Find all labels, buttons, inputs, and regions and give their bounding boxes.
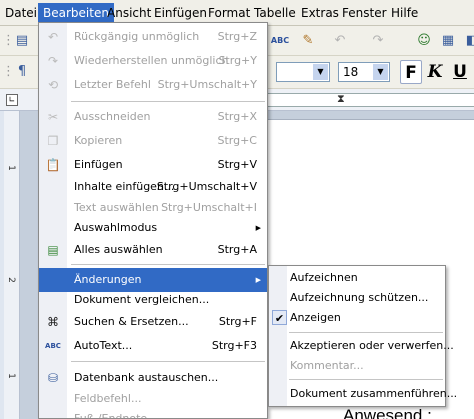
- changes-submenu: Aufzeichnen Aufzeichnung schützen... ✔ A…: [268, 265, 457, 407]
- menu-fenster[interactable]: Fenster: [337, 3, 392, 23]
- underline-button[interactable]: U: [450, 60, 470, 84]
- show-draw-icon[interactable]: ◧: [462, 31, 474, 51]
- undo-toolbar-icon[interactable]: ↶: [330, 31, 350, 51]
- tab-stop-selector[interactable]: ∟: [6, 94, 18, 106]
- bold-button[interactable]: F: [400, 60, 422, 84]
- menu-datei[interactable]: Datei: [0, 3, 42, 23]
- menu-item-selection-mode[interactable]: Auswahlmodus ▶: [39, 216, 267, 240]
- autotext-icon: ABC: [45, 342, 61, 350]
- scissors-icon: ✂: [47, 110, 59, 124]
- submenu-item-show[interactable]: ✔ Anzeigen: [269, 308, 445, 328]
- ruler-mark: 1: [5, 373, 16, 379]
- menu-item-undo[interactable]: ↶ Rückgängig unmöglich Strg+Z: [39, 25, 267, 49]
- menu-separator: [289, 379, 443, 380]
- indent-marker-icon[interactable]: ⧗: [337, 92, 345, 106]
- submenu-item-protect-record[interactable]: Aufzeichnung schützen...: [269, 288, 445, 308]
- redo-toolbar-icon[interactable]: ↷: [368, 31, 388, 51]
- repeat-icon: ⟲: [47, 78, 59, 92]
- checkmark-icon: ✔: [272, 310, 287, 325]
- ruler-strip: [268, 93, 474, 107]
- menu-item-paste[interactable]: 📋 Einfügen Strg+V: [39, 153, 267, 177]
- menu-item-select-all[interactable]: ▤ Alles auswählen Strg+A: [39, 238, 267, 262]
- menu-separator: [71, 361, 265, 362]
- select-all-icon: ▤: [47, 243, 59, 257]
- menu-item-redo[interactable]: ↷ Wiederherstellen unmöglich Strg+Y: [39, 49, 267, 73]
- submenu-arrow-icon: ▶: [255, 224, 261, 232]
- document-icon[interactable]: ▤: [12, 31, 32, 51]
- menu-item-autotext[interactable]: ABC AutoText... Strg+F3: [39, 334, 267, 358]
- menu-separator: [71, 264, 265, 265]
- table-icon[interactable]: ▦: [438, 31, 458, 51]
- menu-item-footnote[interactable]: Fuß-/Endnote...: [39, 407, 267, 418]
- toolbar-grip-icon: ⋮: [2, 33, 15, 48]
- menu-separator: [71, 101, 265, 102]
- menu-format[interactable]: Format: [203, 3, 255, 23]
- copy-icon: ❐: [47, 134, 59, 148]
- format-paintbrush-icon[interactable]: ✎: [298, 31, 318, 51]
- chevron-down-icon[interactable]: ▼: [313, 64, 328, 80]
- database-icon: ⛁: [47, 371, 59, 385]
- vertical-ruler: 1 2 1: [4, 111, 20, 419]
- font-size-dropdown[interactable]: 18 ▼: [338, 62, 390, 82]
- styles-icon[interactable]: ¶: [12, 62, 32, 82]
- menu-item-repeat[interactable]: ⟲ Letzter Befehl Strg+Umschalt+Y: [39, 73, 267, 97]
- paste-icon: 📋: [45, 158, 61, 172]
- menu-item-cut[interactable]: ✂ Ausschneiden Strg+X: [39, 105, 267, 129]
- menu-item-compare-document[interactable]: Dokument vergleichen...: [39, 288, 267, 312]
- font-size-value: 18: [343, 65, 359, 79]
- submenu-item-accept-reject[interactable]: Akzeptieren oder verwerfen...: [269, 336, 454, 356]
- ruler-mark: 2: [5, 277, 16, 283]
- font-name-dropdown[interactable]: ▼: [276, 62, 330, 82]
- chevron-down-icon[interactable]: ▼: [373, 64, 388, 80]
- redo-icon: ↷: [47, 54, 59, 68]
- menu-separator: [289, 332, 443, 333]
- submenu-item-merge-document[interactable]: Dokument zusammenführen...: [269, 384, 457, 404]
- navigator-icon[interactable]: ☺: [414, 31, 434, 51]
- submenu-item-record[interactable]: Aufzeichnen: [269, 268, 445, 288]
- submenu-item-comment[interactable]: Kommentar...: [269, 356, 445, 376]
- menu-tabelle[interactable]: Tabelle: [249, 3, 301, 23]
- edit-menu-dropdown: ↶ Rückgängig unmöglich Strg+Z ↷ Wiederhe…: [38, 22, 268, 419]
- ruler-mark: 1: [5, 165, 16, 171]
- document-text: Anwesend :: [343, 406, 432, 419]
- italic-button[interactable]: K: [425, 60, 445, 84]
- toolbar-grip-icon: ⋮: [2, 64, 15, 79]
- binoculars-icon: ⌘: [47, 315, 59, 329]
- menu-hilfe[interactable]: Hilfe: [386, 3, 423, 23]
- undo-icon: ↶: [47, 30, 59, 44]
- spellcheck-icon[interactable]: ABC: [268, 31, 292, 51]
- menu-item-copy[interactable]: ❐ Kopieren Strg+C: [39, 129, 267, 153]
- menu-item-find-replace[interactable]: ⌘ Suchen & Ersetzen... Strg+F: [39, 310, 267, 334]
